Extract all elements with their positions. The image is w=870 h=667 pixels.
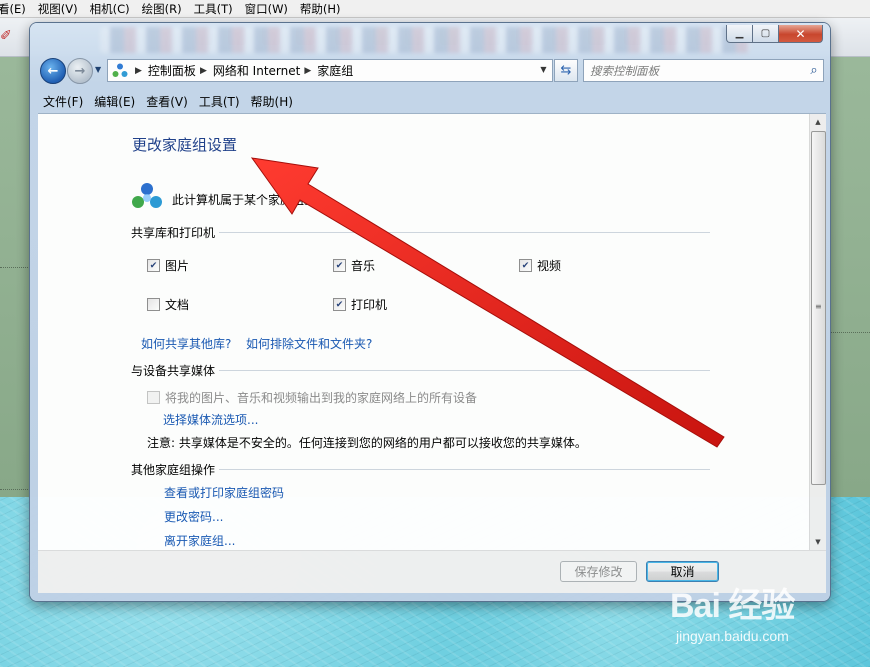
save-changes-button[interactable]: 保存修改 (560, 561, 637, 582)
address-bar[interactable]: ▶ 控制面板 ▶ 网络和 Internet ▶ 家庭组 ▼ (107, 59, 553, 82)
checkbox-videos-row[interactable]: ✔ 视频 (519, 257, 561, 274)
search-input[interactable] (584, 60, 805, 81)
checkbox-media-stream[interactable] (147, 391, 160, 404)
maximize-button[interactable]: ▢ (753, 25, 779, 43)
checkbox-label[interactable]: 将我的图片、音乐和视频输出到我的家庭网络上的所有设备 (165, 389, 477, 406)
exclude-files-link[interactable]: 如何排除文件和文件夹? (246, 335, 372, 352)
membership-text: 此计算机属于某个家庭组。 (172, 193, 317, 207)
bg-menu-draw[interactable]: 绘图(R) (142, 1, 182, 17)
checkbox-music-row[interactable]: ✔ 音乐 (333, 257, 375, 274)
breadcrumb-homegroup[interactable]: 家庭组 (317, 62, 353, 79)
scroll-up-arrow-icon[interactable]: ▲ (810, 114, 826, 130)
leave-homegroup-link[interactable]: 离开家庭组... (164, 532, 235, 549)
section-divider (219, 370, 710, 371)
checkbox-label[interactable]: 音乐 (351, 257, 375, 274)
breadcrumb-control-panel[interactable]: 控制面板 (148, 62, 196, 79)
background-menubar: 看(E) 视图(V) 相机(C) 绘图(R) 工具(T) 窗口(W) 帮助(H) (0, 0, 870, 18)
minimize-button[interactable]: ▁ (726, 25, 753, 43)
bg-menu-view[interactable]: 视图(V) (38, 1, 78, 17)
watermark-logo: Bai 经验 (670, 587, 795, 625)
media-warning-note: 注意: 共享媒体是不安全的。任何连接到您的网络的用户都可以接收您的共享媒体。 (147, 436, 587, 450)
scroll-down-arrow-icon[interactable]: ▼ (810, 534, 826, 550)
forward-arrow-icon: → (74, 63, 86, 79)
refresh-icon: ⇆ (560, 63, 572, 78)
checkbox-label[interactable]: 视频 (537, 257, 561, 274)
minimize-icon: ▁ (735, 28, 744, 39)
checkbox-music[interactable]: ✔ (333, 259, 346, 272)
grip-icon: ≡ (815, 302, 822, 311)
maximize-icon: ▢ (760, 28, 771, 39)
watermark-url: jingyan.baidu.com (676, 628, 789, 644)
menu-edit[interactable]: 编辑(E) (89, 93, 140, 110)
back-button[interactable]: ← (40, 58, 66, 84)
checkbox-media-stream-row[interactable]: 将我的图片、音乐和视频输出到我的家庭网络上的所有设备 (147, 389, 477, 406)
baidu-jingyan-watermark: Bai 经验 jingyan.baidu.com (670, 578, 860, 658)
breadcrumb-separator-icon[interactable]: ▶ (135, 66, 142, 76)
breadcrumb-network-internet[interactable]: 网络和 Internet (213, 62, 300, 79)
search-icon[interactable]: ⌕ (805, 63, 823, 78)
caption-buttons: ▁ ▢ ✕ (726, 25, 823, 43)
search-box: ⌕ (583, 59, 824, 82)
address-row: ← → ▼ ▶ 控制面板 ▶ 网络和 Internet ▶ 家庭组 ▼ ⇆ ⌕ (38, 57, 824, 84)
bg-menu-tools[interactable]: 工具(T) (194, 1, 233, 17)
checkbox-label[interactable]: 图片 (165, 257, 189, 274)
address-dropdown-icon[interactable]: ▼ (535, 60, 552, 79)
bg-menu-edit[interactable]: 看(E) (0, 1, 26, 17)
change-password-link[interactable]: 更改密码... (164, 508, 223, 525)
scroll-thumb[interactable]: ≡ (811, 131, 826, 485)
homegroup-settings-window: ▁ ▢ ✕ ← → ▼ ▶ 控制面板 ▶ 网络和 Internet ▶ 家庭组 … (30, 23, 830, 601)
media-stream-options-link[interactable]: 选择媒体流选项... (163, 411, 258, 428)
back-arrow-icon: ← (47, 63, 59, 79)
other-section-title: 其他家庭组操作 (131, 463, 216, 477)
refresh-button[interactable]: ⇆ (554, 59, 578, 82)
pencil-icon[interactable]: ✐ (0, 28, 12, 48)
vertical-scrollbar[interactable]: ▲ ≡ ▼ (809, 114, 826, 550)
checkbox-documents[interactable] (147, 298, 160, 311)
bg-menu-window[interactable]: 窗口(W) (245, 1, 288, 17)
aero-glass-titlebar (100, 27, 750, 53)
checkbox-label[interactable]: 文档 (165, 296, 189, 313)
checkbox-documents-row[interactable]: 文档 (147, 296, 189, 313)
checkbox-pictures[interactable]: ✔ (147, 259, 160, 272)
bg-menu-help[interactable]: 帮助(H) (300, 1, 341, 17)
breadcrumb-separator-icon[interactable]: ▶ (304, 66, 311, 76)
page-title: 更改家庭组设置 (132, 136, 238, 154)
bg-menu-camera[interactable]: 相机(C) (90, 1, 130, 17)
homegroup-icon (132, 183, 162, 208)
menu-tools[interactable]: 工具(T) (194, 93, 245, 110)
menu-file[interactable]: 文件(F) (38, 93, 88, 110)
share-section-title: 共享库和打印机 (131, 226, 216, 240)
checkbox-printers-row[interactable]: ✔ 打印机 (333, 296, 387, 313)
view-print-password-link[interactable]: 查看或打印家庭组密码 (164, 484, 284, 501)
share-other-libraries-link[interactable]: 如何共享其他库? (141, 335, 231, 352)
section-divider (219, 232, 710, 233)
close-icon: ✕ (795, 26, 806, 41)
menu-view[interactable]: 查看(V) (141, 93, 193, 110)
checkbox-label[interactable]: 打印机 (351, 296, 387, 313)
control-panel-icon (112, 63, 128, 77)
checkbox-pictures-row[interactable]: ✔ 图片 (147, 257, 189, 274)
content-pane: 更改家庭组设置 此计算机属于某个家庭组。 共享库和打印机 ✔ 图片 ✔ 音乐 ✔… (38, 113, 826, 550)
section-divider (219, 469, 710, 470)
recent-pages-dropdown-icon[interactable]: ▼ (95, 65, 101, 74)
checkbox-printers[interactable]: ✔ (333, 298, 346, 311)
menu-help[interactable]: 帮助(H) (246, 93, 298, 110)
menu-bar: 文件(F) 编辑(E) 查看(V) 工具(T) 帮助(H) (38, 90, 824, 112)
forward-button[interactable]: → (67, 58, 93, 84)
media-section-title: 与设备共享媒体 (131, 364, 216, 378)
breadcrumb-separator-icon[interactable]: ▶ (200, 66, 207, 76)
checkbox-videos[interactable]: ✔ (519, 259, 532, 272)
close-button[interactable]: ✕ (779, 25, 823, 43)
